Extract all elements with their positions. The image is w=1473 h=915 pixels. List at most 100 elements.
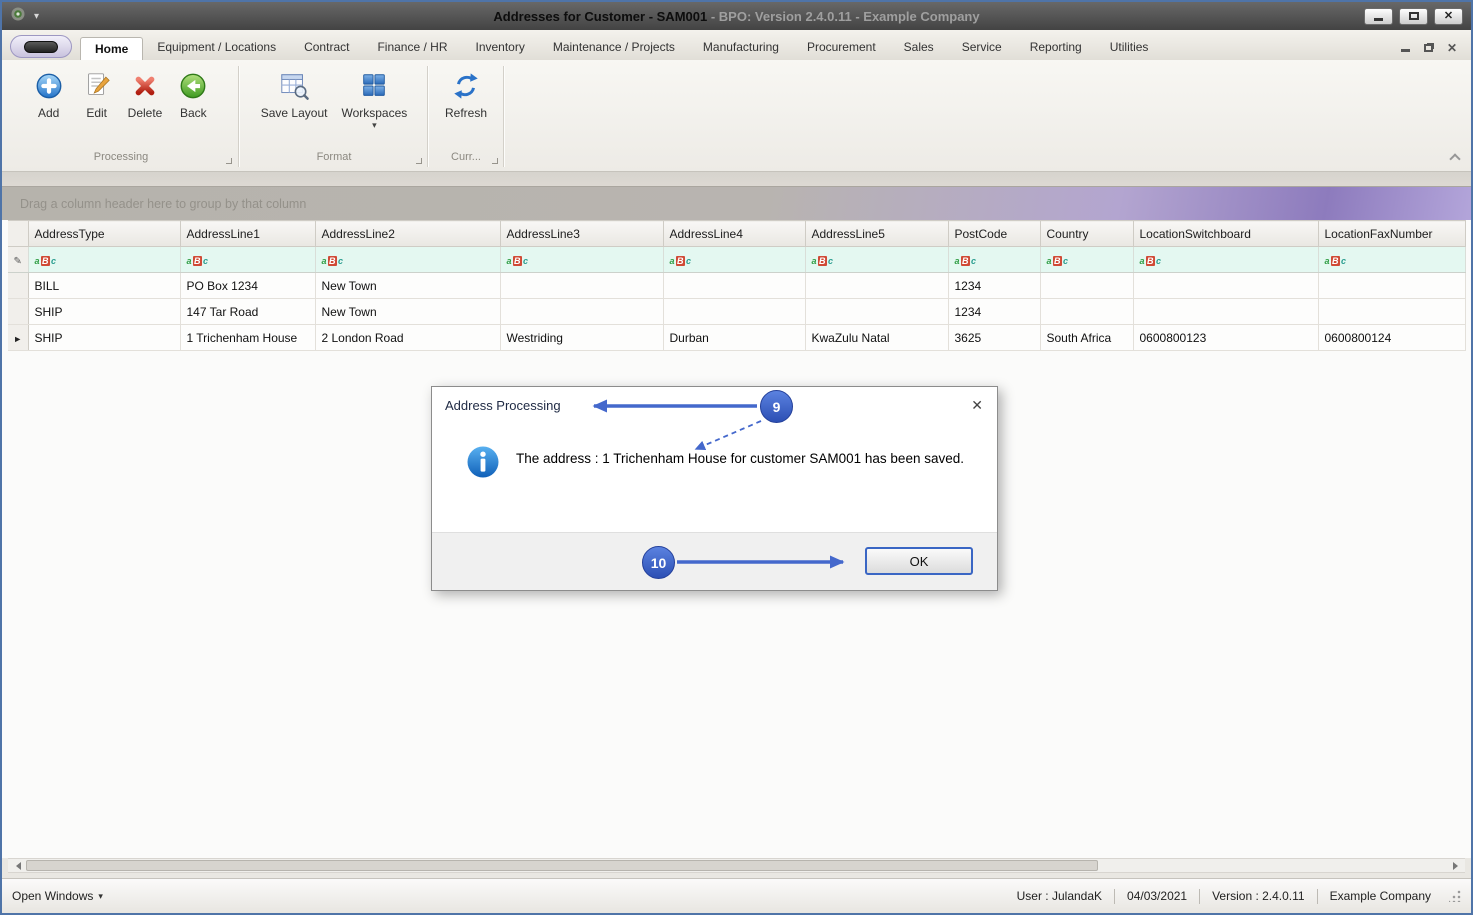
filter-cell-location-switchboard[interactable] <box>1133 246 1319 273</box>
grid-cell[interactable] <box>805 272 949 299</box>
delete-button[interactable]: Delete <box>123 66 168 124</box>
grid-cell[interactable] <box>1318 272 1466 299</box>
filter-cell-post-code[interactable] <box>948 246 1041 273</box>
horizontal-scrollbar[interactable] <box>8 858 1465 873</box>
edit-button[interactable]: Edit <box>75 66 119 124</box>
grid-cell[interactable]: 0600800123 <box>1133 324 1319 351</box>
column-header-address-type[interactable]: AddressType <box>28 220 181 247</box>
grid-cell[interactable]: SHIP <box>28 324 181 351</box>
grid-cell[interactable] <box>805 298 949 325</box>
back-button[interactable]: Back <box>171 66 215 124</box>
column-header-address-line1[interactable]: AddressLine1 <box>180 220 316 247</box>
quick-access-dropdown-icon[interactable]: ▾ <box>34 11 39 22</box>
abc-filter-icon[interactable] <box>187 257 209 266</box>
grid-cell[interactable]: BILL <box>28 272 181 299</box>
scroll-right-button[interactable] <box>1449 859 1465 872</box>
grid-cell[interactable]: PO Box 1234 <box>180 272 316 299</box>
workspaces-button[interactable]: Workspaces ▾ <box>336 66 412 134</box>
ok-button[interactable]: OK <box>865 547 973 575</box>
column-header-address-line2[interactable]: AddressLine2 <box>315 220 501 247</box>
abc-filter-icon[interactable] <box>670 257 692 266</box>
grid-cell[interactable] <box>500 298 664 325</box>
grid-cell[interactable] <box>663 298 806 325</box>
dialog-close-icon[interactable]: ✕ <box>971 398 983 412</box>
grid-row-selected[interactable]: ► SHIP 1 Trichenham House 2 London Road … <box>8 324 1466 351</box>
tab-manufacturing[interactable]: Manufacturing <box>689 36 793 60</box>
grid-cell[interactable]: 3625 <box>948 324 1041 351</box>
save-layout-button[interactable]: Save Layout <box>256 66 333 134</box>
grid-cell[interactable]: 147 Tar Road <box>180 298 316 325</box>
grid-cell[interactable]: 1 Trichenham House <box>180 324 316 351</box>
abc-filter-icon[interactable] <box>35 257 57 266</box>
abc-filter-icon[interactable] <box>1047 257 1069 266</box>
filter-cell-address-line5[interactable] <box>805 246 949 273</box>
mdi-close-button[interactable]: ✕ <box>1447 42 1457 54</box>
dialog-launcher-icon[interactable] <box>226 158 232 164</box>
group-by-panel[interactable]: Drag a column header here to group by th… <box>2 186 1471 220</box>
grid-cell[interactable] <box>1040 298 1134 325</box>
tab-service[interactable]: Service <box>948 36 1016 60</box>
filter-cell-location-fax-number[interactable] <box>1318 246 1466 273</box>
tab-finance-hr[interactable]: Finance / HR <box>363 36 461 60</box>
column-header-address-line3[interactable]: AddressLine3 <box>500 220 664 247</box>
grid-cell[interactable]: 2 London Road <box>315 324 501 351</box>
scrollbar-thumb[interactable] <box>26 860 1098 871</box>
tab-sales[interactable]: Sales <box>890 36 948 60</box>
abc-filter-icon[interactable] <box>812 257 834 266</box>
grid-cell[interactable]: Durban <box>663 324 806 351</box>
filter-cell-country[interactable] <box>1040 246 1134 273</box>
column-header-location-fax-number[interactable]: LocationFaxNumber <box>1318 220 1466 247</box>
tab-maintenance-projects[interactable]: Maintenance / Projects <box>539 36 689 60</box>
refresh-button[interactable]: Refresh <box>440 66 492 124</box>
open-windows-dropdown[interactable]: Open Windows ▾ <box>12 889 103 903</box>
tab-procurement[interactable]: Procurement <box>793 36 890 60</box>
filter-cell-address-type[interactable] <box>28 246 181 273</box>
grid-cell[interactable] <box>1318 298 1466 325</box>
grid-cell[interactable]: 1234 <box>948 298 1041 325</box>
application-button[interactable] <box>10 35 72 58</box>
abc-filter-icon[interactable] <box>1325 257 1347 266</box>
grid-cell[interactable]: South Africa <box>1040 324 1134 351</box>
column-header-address-line5[interactable]: AddressLine5 <box>805 220 949 247</box>
tab-contract[interactable]: Contract <box>290 36 363 60</box>
maximize-button[interactable] <box>1399 7 1428 25</box>
abc-filter-icon[interactable] <box>1140 257 1162 266</box>
grid-cell[interactable]: 1234 <box>948 272 1041 299</box>
tab-reporting[interactable]: Reporting <box>1016 36 1096 60</box>
minimize-button[interactable] <box>1364 7 1393 25</box>
column-header-post-code[interactable]: PostCode <box>948 220 1041 247</box>
grid-cell[interactable]: KwaZulu Natal <box>805 324 949 351</box>
grid-cell[interactable] <box>1040 272 1134 299</box>
mdi-minimize-button[interactable] <box>1400 44 1410 52</box>
grid-cell[interactable] <box>500 272 664 299</box>
grid-row[interactable]: SHIP 147 Tar Road New Town 1234 <box>8 298 1466 325</box>
column-header-location-switchboard[interactable]: LocationSwitchboard <box>1133 220 1319 247</box>
mdi-restore-button[interactable] <box>1423 44 1433 52</box>
filter-cell-address-line1[interactable] <box>180 246 316 273</box>
grid-cell[interactable]: New Town <box>315 298 501 325</box>
dialog-launcher-icon[interactable] <box>492 158 498 164</box>
grid-cell[interactable] <box>1133 272 1319 299</box>
grid-cell[interactable]: SHIP <box>28 298 181 325</box>
filter-cell-address-line2[interactable] <box>315 246 501 273</box>
abc-filter-icon[interactable] <box>507 257 529 266</box>
column-header-country[interactable]: Country <box>1040 220 1134 247</box>
grid-cell[interactable]: Westriding <box>500 324 664 351</box>
tab-home[interactable]: Home <box>80 37 144 61</box>
filter-cell-address-line3[interactable] <box>500 246 664 273</box>
abc-filter-icon[interactable] <box>322 257 344 266</box>
tab-equipment-locations[interactable]: Equipment / Locations <box>143 36 290 60</box>
scroll-left-button[interactable] <box>8 859 24 872</box>
grid-cell[interactable]: 0600800124 <box>1318 324 1466 351</box>
grid-cell[interactable]: New Town <box>315 272 501 299</box>
abc-filter-icon[interactable] <box>955 257 977 266</box>
tab-utilities[interactable]: Utilities <box>1096 36 1163 60</box>
dialog-launcher-icon[interactable] <box>416 158 422 164</box>
close-button[interactable]: ✕ <box>1434 7 1463 25</box>
tab-inventory[interactable]: Inventory <box>461 36 538 60</box>
add-button[interactable]: Add <box>27 66 71 124</box>
grid-row[interactable]: BILL PO Box 1234 New Town 1234 <box>8 272 1466 299</box>
collapse-ribbon-icon[interactable] <box>1449 153 1461 165</box>
grid-cell[interactable] <box>1133 298 1319 325</box>
filter-cell-address-line4[interactable] <box>663 246 806 273</box>
